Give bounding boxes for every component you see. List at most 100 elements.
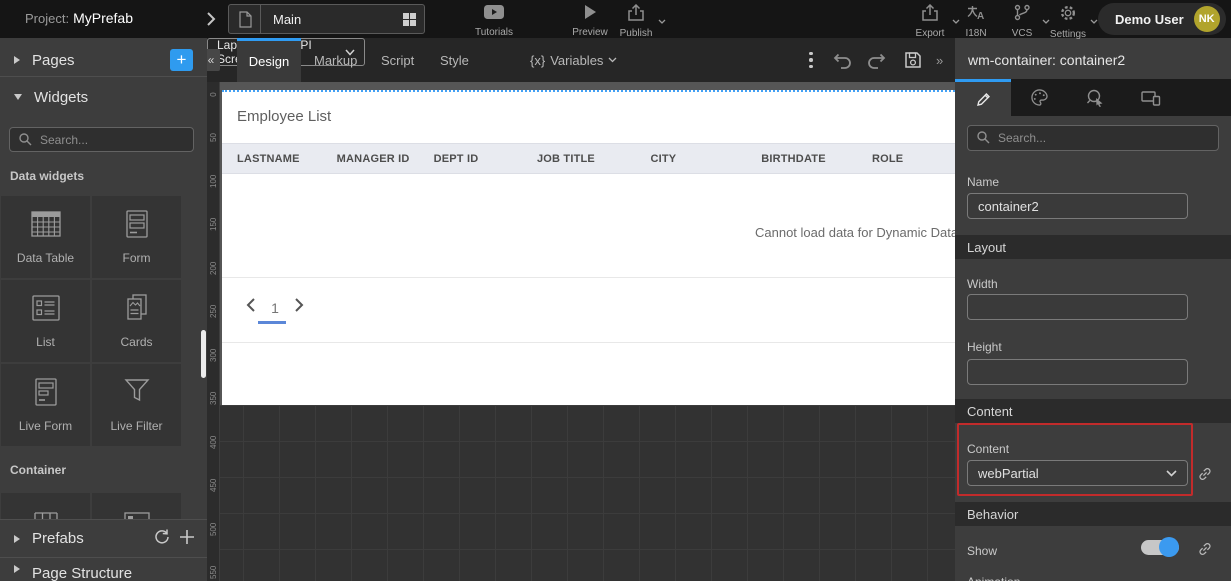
section-layout[interactable]: Layout (955, 235, 1231, 259)
export-button[interactable]: Export (906, 4, 954, 39)
user-menu[interactable]: Demo User NK (1098, 3, 1226, 35)
bind-show-icon[interactable] (1197, 541, 1213, 562)
canvas-ruler: 0 50 100 150 200 250 300 350 400 450 500… (207, 82, 220, 581)
name-label: Name (967, 175, 999, 189)
collapsed-arrow-icon (14, 565, 20, 573)
redo-button[interactable] (866, 38, 888, 82)
collapsed-arrow-icon (14, 535, 20, 543)
variables-icon: {x} (530, 53, 545, 68)
preview-button[interactable]: Preview (566, 4, 614, 38)
widget-tile-list[interactable]: List (1, 280, 90, 362)
grid-view-icon[interactable] (403, 13, 416, 26)
sidebar-scrollbar[interactable] (201, 330, 206, 378)
widget-tile-data-table[interactable]: Data Table (1, 196, 90, 278)
properties-search (967, 125, 1219, 151)
live-filter-icon (120, 377, 154, 412)
properties-search-input[interactable] (967, 125, 1219, 151)
undo-icon (831, 50, 853, 70)
add-page-button[interactable]: + (170, 49, 193, 71)
widget-tile-form[interactable]: Form (92, 196, 181, 278)
expanded-arrow-icon (14, 94, 22, 100)
section-behavior[interactable]: Behavior (955, 502, 1231, 526)
column-header[interactable]: DEPT ID (434, 153, 537, 165)
selected-widget-title: wm-container: container2 (968, 52, 1125, 68)
vcs-button[interactable]: VCS (1000, 4, 1044, 39)
show-label: Show (967, 544, 997, 558)
column-header[interactable]: ROLE (872, 153, 955, 165)
gear-icon (1059, 4, 1077, 27)
widget-tile-container[interactable] (92, 493, 181, 519)
page-preview[interactable]: Employee List LASTNAME MANAGER ID DEPT I… (222, 90, 955, 405)
name-input[interactable] (967, 193, 1188, 219)
column-header[interactable]: CITY (650, 153, 761, 165)
tab-design[interactable]: Design (237, 38, 301, 82)
widget-tile-cards[interactable]: Cards (92, 280, 181, 362)
sidebar-section-widgets[interactable]: Widgets (0, 77, 207, 117)
column-header[interactable]: LASTNAME (237, 153, 337, 165)
devices-icon (1141, 90, 1161, 106)
widgets-search-input[interactable] (9, 127, 194, 152)
width-input[interactable] (967, 294, 1188, 320)
editor-center: « Design Markup Script Style {x} Variabl… (207, 38, 955, 581)
search-icon (976, 130, 990, 149)
inspector-title-bar: wm-container: container2 (955, 40, 1231, 79)
chevron-down-icon (658, 11, 666, 29)
page-tab-main[interactable]: Main (228, 4, 425, 34)
tutorials-button[interactable]: Tutorials (470, 4, 518, 38)
column-header[interactable]: JOB TITLE (537, 153, 651, 165)
chevron-right-icon[interactable] (206, 11, 216, 32)
column-header[interactable]: BIRTHDATE (761, 153, 872, 165)
bind-content-icon[interactable] (1197, 466, 1213, 487)
section-label-data-widgets: Data widgets (10, 169, 207, 183)
chevron-down-icon (1166, 470, 1177, 477)
more-options-button[interactable] (806, 38, 816, 82)
canvas-grid (207, 405, 955, 581)
divider (222, 342, 955, 343)
palette-icon (1030, 89, 1049, 106)
widget-tile-layout-grid[interactable] (1, 493, 90, 519)
tab-style[interactable]: Style (440, 38, 469, 82)
sidebar-section-prefabs[interactable]: Prefabs (0, 519, 207, 557)
i18n-button[interactable]: A I18N (956, 4, 996, 39)
publish-button[interactable]: Publish (612, 4, 660, 39)
animation-label: Animation (967, 575, 1020, 581)
pencil-icon (975, 91, 992, 108)
column-header[interactable]: MANAGER ID (337, 153, 434, 165)
section-content[interactable]: Content (955, 399, 1231, 423)
next-page-icon[interactable] (294, 297, 305, 318)
save-icon (903, 50, 923, 70)
top-bar: Project:MyPrefab Main Tutorials Preview (0, 0, 1231, 38)
refresh-icon[interactable] (153, 528, 170, 549)
tab-script[interactable]: Script (381, 38, 414, 82)
sidebar-section-pages[interactable]: Pages + (0, 44, 207, 76)
preview-icon (582, 4, 598, 25)
sidebar-scroll-area: Pages + Widgets Data widgets (0, 38, 207, 519)
settings-button[interactable]: Settings (1044, 4, 1092, 40)
cursor-search-icon (1086, 89, 1105, 107)
save-button[interactable] (903, 38, 923, 82)
redo-icon (866, 50, 888, 70)
add-prefab-icon[interactable] (179, 529, 195, 549)
content-select[interactable]: webPartial (967, 460, 1188, 486)
show-toggle[interactable] (1141, 540, 1179, 555)
undo-button[interactable] (831, 38, 853, 82)
height-input[interactable] (967, 359, 1188, 385)
tab-events[interactable] (1067, 79, 1123, 116)
data-widgets-grid: Data Table Form List (0, 196, 207, 446)
page-number[interactable]: 1 (268, 300, 282, 316)
height-label: Height (967, 340, 1002, 354)
tab-devices[interactable] (1123, 79, 1179, 116)
inspector-tabs (955, 79, 1231, 116)
tab-styles[interactable] (1011, 79, 1067, 116)
project-name: Project:MyPrefab (25, 10, 133, 26)
sidebar-section-page-structure[interactable]: Page Structure (0, 557, 207, 581)
widget-tile-live-filter[interactable]: Live Filter (92, 364, 181, 446)
expand-right-panel-button[interactable]: » (936, 38, 943, 82)
avatar: NK (1194, 6, 1220, 32)
tab-markup[interactable]: Markup (314, 38, 357, 82)
tab-properties[interactable] (955, 79, 1011, 116)
widget-tile-live-form[interactable]: Live Form (1, 364, 90, 446)
variables-menu[interactable]: {x} Variables (530, 38, 617, 82)
previous-page-icon[interactable] (245, 297, 256, 318)
datatable-header-row: LASTNAME MANAGER ID DEPT ID JOB TITLE CI… (222, 143, 955, 174)
